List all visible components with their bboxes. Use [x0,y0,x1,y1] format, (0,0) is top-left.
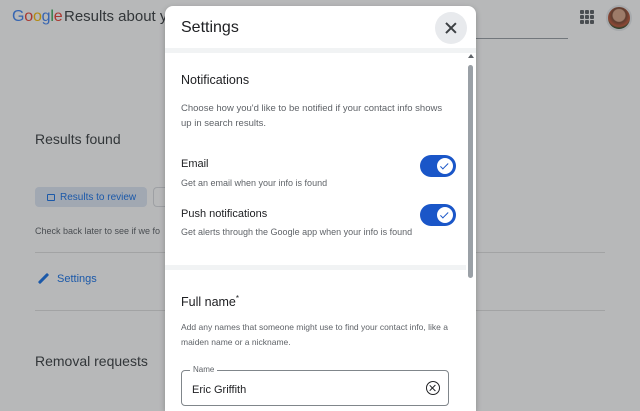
email-label: Email [181,158,209,170]
name-field: Name [181,365,449,406]
notifications-description: Choose how you'd like to be notified if … [181,103,443,129]
full-name-description: Add any names that someone might use to … [181,322,448,347]
full-name-title: Full name* [181,294,239,309]
clear-icon[interactable] [426,381,440,395]
push-notifications-toggle[interactable] [420,204,456,226]
notifications-title: Notifications [181,73,250,87]
close-button[interactable] [435,12,467,44]
email-description: Get an email when your info is found [181,178,328,188]
name-input[interactable] [192,384,412,396]
toggle-knob [437,207,453,223]
scroll-up-arrow-icon[interactable] [468,54,474,58]
push-notifications-label: Push notifications [181,208,268,220]
settings-dialog: Settings Notifications Choose how you'd … [165,6,476,411]
full-name-title-text: Full name [181,295,236,310]
toggle-knob [437,158,453,174]
dialog-title: Settings [181,19,239,36]
notifications-section: Notifications Choose how you'd like to b… [165,53,465,265]
name-field-label: Name [190,365,218,374]
close-icon [445,22,457,34]
check-icon [440,210,449,219]
check-icon [440,161,449,170]
section-divider [165,265,470,270]
required-marker: * [235,294,240,303]
push-notifications-description: Get alerts through the Google app when y… [181,227,413,237]
scroll-thumb[interactable] [468,65,473,278]
email-toggle[interactable] [420,155,456,177]
dialog-scrollbar[interactable] [466,53,476,411]
